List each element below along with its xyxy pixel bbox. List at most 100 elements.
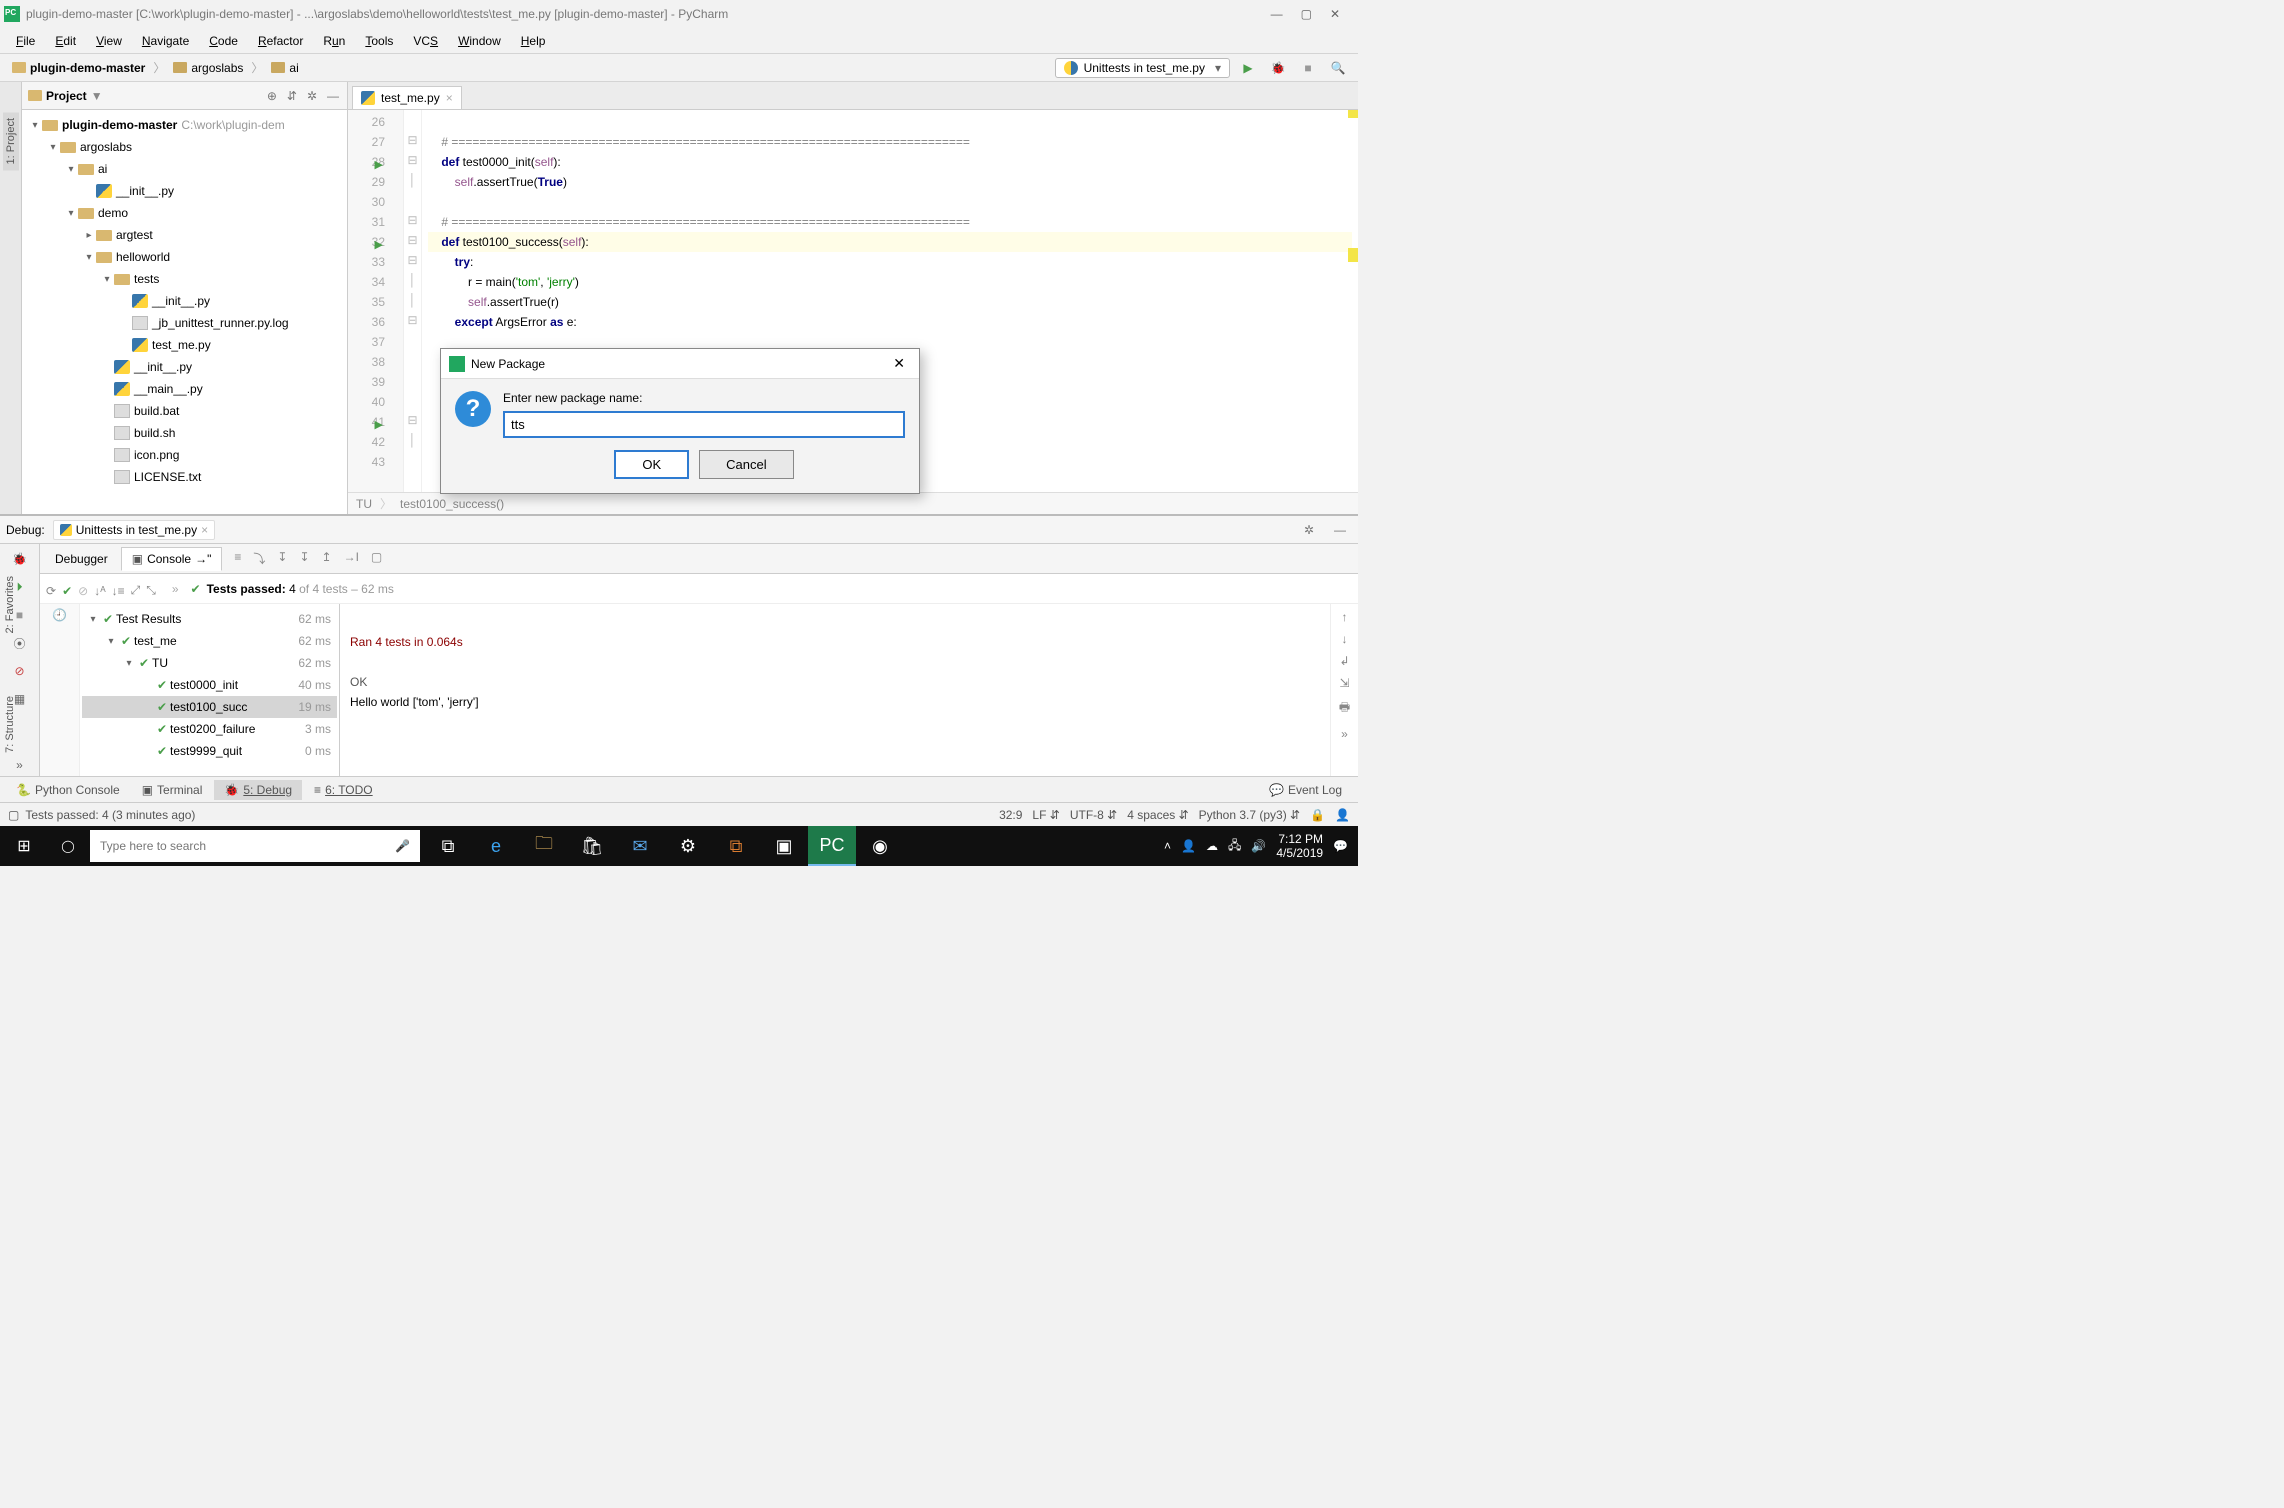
tray-up-icon[interactable]: ˄ <box>1164 839 1171 853</box>
pycharm-app-icon[interactable]: PC <box>808 826 856 866</box>
status-line-ending[interactable]: LF ⇵ <box>1032 808 1059 822</box>
btool-todo[interactable]: ≡ 6: TODO <box>304 780 383 800</box>
speaker-icon[interactable]: 🔊 <box>1251 839 1266 853</box>
tree-row[interactable]: build.bat <box>22 400 347 422</box>
package-name-input[interactable] <box>503 411 905 438</box>
sidetab-structure[interactable]: 7: Structure <box>2 690 18 759</box>
tree-row[interactable]: __main__.py <box>22 378 347 400</box>
debug-run-tab[interactable]: Unittests in test_me.py × <box>53 520 215 540</box>
force-step-icon[interactable]: ↧ <box>295 548 313 569</box>
menu-tools[interactable]: Tools <box>357 32 401 50</box>
settings-app-icon[interactable]: ⚙ <box>664 826 712 866</box>
close-button[interactable]: ✕ <box>1330 7 1340 21</box>
stop-button[interactable]: ■ <box>1296 56 1320 80</box>
locate-icon[interactable]: ⊕ <box>265 87 279 105</box>
tree-row[interactable]: ▾ai <box>22 158 347 180</box>
tab-console[interactable]: ▣Console →" <box>121 547 223 571</box>
tab-debugger[interactable]: Debugger <box>44 547 119 571</box>
history-icon[interactable]: 🕘 <box>52 608 67 622</box>
debug-hide-icon[interactable]: — <box>1328 521 1352 539</box>
up-icon[interactable]: ↑ <box>1342 610 1348 624</box>
search-everywhere-button[interactable]: 🔍 <box>1326 56 1350 80</box>
tree-row[interactable]: test_me.py <box>22 334 347 356</box>
menu-view[interactable]: View <box>88 32 130 50</box>
collapse-icon[interactable]: ⇵ <box>285 87 299 105</box>
menu-window[interactable]: Window <box>450 32 509 50</box>
cmd-icon[interactable]: ▣ <box>760 826 808 866</box>
more-icon[interactable]: » <box>1341 727 1348 741</box>
onedrive-icon[interactable]: ☁ <box>1206 839 1218 853</box>
breadcrumb-root[interactable]: plugin-demo-master <box>8 59 149 77</box>
tree-row[interactable]: ▾plugin-demo-masterC:\work\plugin-dem <box>22 114 347 136</box>
menu-navigate[interactable]: Navigate <box>134 32 197 50</box>
test-tree-row[interactable]: ✔test9999_quit0 ms <box>82 740 337 762</box>
status-interpreter[interactable]: Python 3.7 (py3) ⇵ <box>1199 808 1300 822</box>
tree-row[interactable]: ▾demo <box>22 202 347 224</box>
down-icon[interactable]: ↓ <box>1342 632 1348 646</box>
lock-icon[interactable]: 🔒 <box>1310 808 1325 822</box>
notifications-icon[interactable]: 💬 <box>1333 839 1348 853</box>
cancel-button[interactable]: Cancel <box>699 450 793 479</box>
editor-crumb-func[interactable]: test0100_success() <box>400 497 504 511</box>
close-tab-icon[interactable]: × <box>446 91 453 105</box>
project-tree[interactable]: ▾plugin-demo-masterC:\work\plugin-dem▾ar… <box>22 110 347 514</box>
minimize-button[interactable]: — <box>1271 7 1283 21</box>
ok-button[interactable]: OK <box>614 450 689 479</box>
menu-code[interactable]: Code <box>201 32 246 50</box>
test-tree-row[interactable]: ▾✔TU62 ms <box>82 652 337 674</box>
dialog-close-icon[interactable]: ✕ <box>887 353 911 374</box>
tree-row[interactable]: ▾argoslabs <box>22 136 347 158</box>
status-position[interactable]: 32:9 <box>999 808 1022 822</box>
tree-row[interactable]: LICENSE.txt <box>22 466 347 488</box>
btool-terminal[interactable]: ▣ Terminal <box>132 780 213 800</box>
console-output[interactable]: Ran 4 tests in 0.064s OK Hello world ['t… <box>340 604 1330 776</box>
network-icon[interactable]: 🖧 <box>1228 836 1241 857</box>
taskbar-search[interactable]: Type here to search 🎤 <box>90 830 420 862</box>
run-to-cursor-icon[interactable]: →I <box>340 548 363 569</box>
cortana-icon[interactable]: ◯ <box>48 839 88 853</box>
evaluate-icon[interactable]: ▢ <box>367 548 386 569</box>
test-tree-row[interactable]: ▾✔test_me62 ms <box>82 630 337 652</box>
mute-breakpoint-button[interactable]: ⊘ <box>9 660 31 682</box>
menu-help[interactable]: Help <box>513 32 554 50</box>
tree-row[interactable]: build.sh <box>22 422 347 444</box>
menu-vcs[interactable]: VCS <box>405 32 446 50</box>
hat-icon[interactable]: 👤 <box>1335 808 1350 822</box>
step-over-icon[interactable]: ≡ <box>230 548 245 569</box>
tree-row[interactable]: __init__.py <box>22 290 347 312</box>
task-view-icon[interactable]: ⧉ <box>424 826 472 866</box>
sort-icon[interactable]: ↓ᴬ <box>94 584 105 598</box>
tree-row[interactable]: __init__.py <box>22 180 347 202</box>
explorer-icon[interactable]: 🗀 <box>520 826 568 866</box>
btool-debug[interactable]: 🐞 5: Debug <box>214 780 302 800</box>
editor-tab-test-me[interactable]: test_me.py × <box>352 86 462 109</box>
show-passed-icon[interactable]: ✔ <box>62 584 72 598</box>
scroll-end-icon[interactable]: ⇲ <box>1339 676 1349 690</box>
tree-row[interactable]: icon.png <box>22 444 347 466</box>
status-indent[interactable]: 4 spaces ⇵ <box>1127 808 1188 822</box>
print-icon[interactable]: 🖶 <box>1339 698 1350 719</box>
rerun-button[interactable]: 🐞 <box>9 548 31 570</box>
sidetab-project[interactable]: 1: Project <box>3 112 19 170</box>
btool-python-console[interactable]: 🐍 Python Console <box>6 780 130 800</box>
debug-button[interactable]: 🐞 <box>1266 56 1290 80</box>
btool-eventlog[interactable]: 💬 Event Log <box>1259 780 1352 800</box>
step-into-my-icon[interactable]: ↧ <box>273 548 291 569</box>
step-out-icon[interactable]: ↥ <box>318 548 336 569</box>
menu-file[interactable]: File <box>8 32 43 50</box>
tree-row[interactable]: ▸argtest <box>22 224 347 246</box>
tree-row[interactable]: _jb_unittest_runner.py.log <box>22 312 347 334</box>
tree-row[interactable]: __init__.py <box>22 356 347 378</box>
mail-icon[interactable]: ✉ <box>616 826 664 866</box>
breadcrumb-item[interactable]: argoslabs <box>169 59 247 77</box>
start-button[interactable]: ⊞ <box>0 826 48 866</box>
taskbar-clock[interactable]: 7:12 PM 4/5/2019 <box>1276 832 1323 860</box>
menu-edit[interactable]: Edit <box>47 32 84 50</box>
hide-icon[interactable]: — <box>325 87 341 105</box>
mic-icon[interactable]: 🎤 <box>395 839 410 853</box>
run-button[interactable]: ▶ <box>1236 56 1260 80</box>
test-tree-row[interactable]: ✔test0100_succ19 ms <box>82 696 337 718</box>
collapse-all-icon[interactable]: ⤡ <box>146 583 156 598</box>
sort-time-icon[interactable]: ↓≡ <box>112 584 125 598</box>
show-ignored-icon[interactable]: ⊘ <box>78 584 88 598</box>
